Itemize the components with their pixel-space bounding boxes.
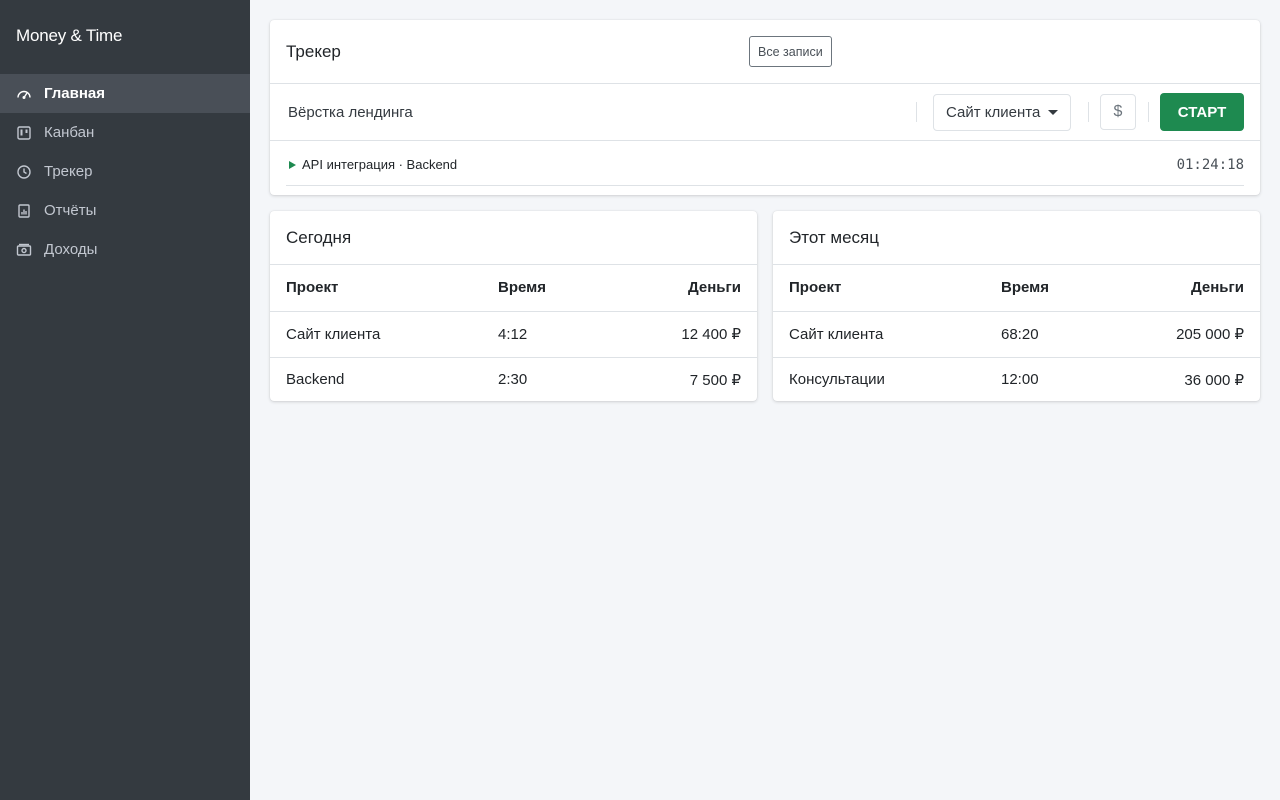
main-content: Трекер Все записи Сайт клиента $ СТАРТ A… (250, 0, 1280, 800)
cell-project: Сайт клиента (773, 311, 985, 358)
sidebar-item-label: Канбан (44, 124, 95, 141)
project-select[interactable]: Сайт клиента (933, 94, 1071, 131)
dollar-icon: $ (1113, 103, 1123, 120)
start-button[interactable]: СТАРТ (1160, 93, 1244, 131)
table-row: Сайт клиента 68:20 205 000 ₽ (773, 311, 1260, 358)
column-header-money: Деньги (622, 265, 757, 312)
cell-time: 4:12 (482, 311, 622, 358)
project-select-value: Сайт клиента (946, 104, 1041, 121)
column-header-project: Проект (270, 265, 482, 312)
table-row: Консультации 12:00 36 000 ₽ (773, 357, 1260, 402)
billable-toggle-button[interactable]: $ (1100, 94, 1136, 130)
cell-money: 36 000 ₽ (1184, 371, 1244, 389)
sidebar-item-tracker[interactable]: Трекер (0, 152, 250, 191)
cell-time: 12:00 (1001, 371, 1039, 389)
column-header-money: Деньги (1125, 265, 1260, 312)
cell-time: 68:20 (985, 311, 1125, 358)
entry-timer: 01:24:18 (1176, 157, 1244, 173)
running-entry: API интеграция · Backend 01:24:18 (286, 142, 1244, 186)
all-records-button[interactable]: Все записи (749, 36, 832, 67)
column-header-time: Время (482, 265, 622, 312)
tracker-input-row: Сайт клиента $ СТАРТ (270, 84, 1260, 141)
sidebar-item-reports[interactable]: Отчёты (0, 191, 250, 230)
entry-label: API интеграция · Backend (302, 157, 458, 172)
cell-money: 7 500 ₽ (689, 371, 741, 389)
table-header-row: Проект Время Деньги (773, 265, 1260, 312)
sidebar-item-label: Отчёты (44, 202, 97, 219)
month-title: Этот месяц (773, 211, 1260, 265)
sidebar-item-label: Доходы (44, 241, 98, 258)
sidebar-item-income[interactable]: Доходы (0, 230, 250, 269)
table-row: Backend 2:30 7 500 ₽ (270, 357, 757, 402)
caret-down-icon (1048, 110, 1058, 115)
table-header-row: Проект Время Деньги (270, 265, 757, 312)
task-description-input[interactable] (280, 96, 910, 128)
divider (1148, 102, 1149, 122)
sidebar-item-label: Трекер (44, 163, 93, 180)
tracker-title: Трекер (286, 41, 341, 61)
sidebar: Money & Time Главная Канбан Трекер Отчёт… (0, 0, 250, 800)
today-table: Проект Время Деньги Сайт клиента 4:12 12… (270, 265, 757, 402)
cell-project: Сайт клиента (270, 311, 482, 358)
month-card: Этот месяц Проект Время Деньги Сайт клие… (773, 211, 1260, 401)
tracker-card-header: Трекер Все записи (270, 20, 1260, 84)
report-icon (16, 203, 32, 219)
clock-icon (16, 164, 32, 180)
sidebar-item-home[interactable]: Главная (0, 74, 250, 113)
brand-logo[interactable]: Money & Time (0, 0, 250, 72)
sidebar-item-label: Главная (44, 85, 106, 102)
month-table: Проект Время Деньги Сайт клиента 68:20 2… (773, 265, 1260, 402)
cell-money: 12 400 ₽ (622, 311, 757, 358)
money-icon (16, 242, 32, 258)
table-row: Сайт клиента 4:12 12 400 ₽ (270, 311, 757, 358)
sidebar-nav: Главная Канбан Трекер Отчёты Доходы (0, 74, 250, 269)
today-card: Сегодня Проект Время Деньги Сайт клиента… (270, 211, 757, 401)
cell-time: 2:30 (498, 371, 528, 389)
divider (916, 102, 917, 122)
cell-money: 205 000 ₽ (1125, 311, 1260, 358)
column-header-time: Время (985, 265, 1125, 312)
divider (1088, 102, 1089, 122)
cell-project: Backend (286, 371, 345, 389)
sidebar-item-kanban[interactable]: Канбан (0, 113, 250, 152)
dashboard-icon (16, 86, 32, 102)
today-title: Сегодня (270, 211, 757, 265)
column-header-project: Проект (773, 265, 985, 312)
tracker-card: Трекер Все записи Сайт клиента $ СТАРТ A… (270, 20, 1260, 195)
cell-project: Консультации (789, 371, 885, 389)
play-icon[interactable] (289, 161, 296, 169)
kanban-icon (16, 125, 32, 141)
